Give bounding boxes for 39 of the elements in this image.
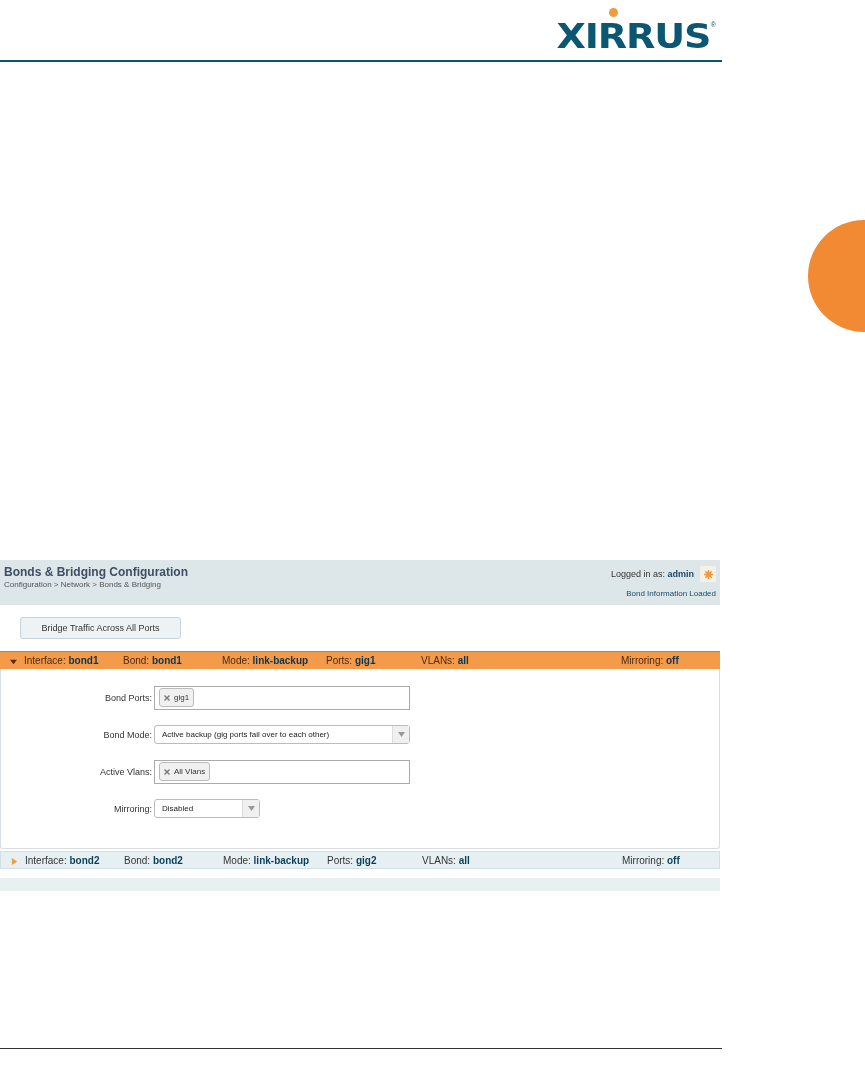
bond-info: Bond: bond1 <box>123 655 182 666</box>
interface-info: Interface: bond2 <box>25 854 100 866</box>
dropdown[interactable]: Disabled <box>154 799 260 818</box>
caret-right-icon <box>11 858 18 865</box>
logo: XIRRUS <box>556 21 710 51</box>
tag-chip[interactable]: All Vlans <box>159 762 211 781</box>
bridge-traffic-button[interactable]: Bridge Traffic Across All Ports <box>20 617 181 639</box>
field-label: Active Vlans: <box>98 766 153 777</box>
breadcrumb: Configuration > Network > Bonds & Bridging <box>4 580 162 589</box>
ports-info: Ports: gig1 <box>326 655 376 666</box>
dropdown[interactable]: Active backup (gig ports fail over to each other) <box>154 725 410 744</box>
field-label: Bond Ports: <box>103 692 153 703</box>
caret-down-icon <box>10 658 17 665</box>
mirroring-info: Mirroring: off <box>622 854 680 866</box>
settings-button[interactable] <box>700 566 716 582</box>
dropdown-arrow-icon <box>247 806 255 811</box>
mode-info: Mode: link-backup <box>222 655 309 666</box>
bond-header-row[interactable]: Interface: bond1 Bond: bond1 Mode: link-backup Ports: gig1 VLANs: all Mirroring: off <box>0 651 720 669</box>
status-message: Bond Information Loaded <box>626 589 716 598</box>
interface-info: Interface: bond1 <box>24 655 99 666</box>
mirroring-info: Mirroring: off <box>621 655 679 666</box>
field-label: Bond Mode: <box>102 729 153 740</box>
logo-dot-icon <box>608 8 618 17</box>
vlans-info: VLANs: all <box>422 854 470 866</box>
field-label: Mirroring: <box>113 803 153 814</box>
ports-info: Ports: gig2 <box>327 854 377 866</box>
login-status: Logged in as: admin <box>610 569 694 579</box>
tag-input-field[interactable]: All Vlans <box>154 759 410 784</box>
remove-icon <box>164 694 170 701</box>
page-title: Bonds & Bridging Configuration <box>4 565 188 579</box>
dropdown-arrow-icon <box>397 732 405 737</box>
mode-info: Mode: link-backup <box>223 854 310 866</box>
settings-icon <box>703 569 713 579</box>
tag-input-field[interactable]: gig1 <box>154 685 410 710</box>
remove-icon <box>164 768 170 775</box>
tag-chip[interactable]: gig1 <box>159 688 195 707</box>
bond-info: Bond: bond2 <box>124 854 183 866</box>
vlans-info: VLANs: all <box>421 655 469 666</box>
bond-header-row[interactable]: Interface: bond2 Bond: bond2 Mode: link-backup Ports: gig2 VLANs: all Mirroring: off <box>0 851 720 869</box>
